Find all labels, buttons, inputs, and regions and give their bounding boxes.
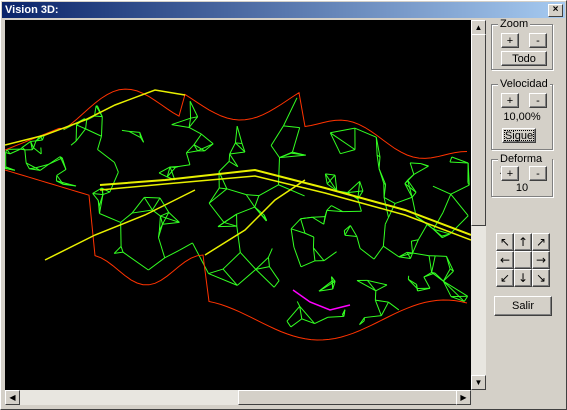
deform-up-button[interactable]: + bbox=[501, 166, 519, 181]
pan-southeast-button[interactable]: ↘ bbox=[532, 269, 550, 287]
pan-east-button[interactable]: → bbox=[532, 251, 550, 269]
terrain-ridge-line bbox=[5, 89, 186, 146]
zoom-label: Zoom bbox=[498, 18, 531, 30]
vertical-scroll-thumb[interactable] bbox=[471, 34, 486, 226]
zoom-in-button[interactable]: + bbox=[501, 33, 519, 48]
zoom-out-button[interactable]: - bbox=[529, 33, 547, 48]
mesh-edges bbox=[5, 97, 470, 328]
scroll-left-button[interactable]: ◀ bbox=[5, 390, 20, 405]
deform-down-button[interactable]: - bbox=[529, 166, 547, 181]
terrain-ridge-line bbox=[99, 175, 471, 241]
deform-z-value: 10 bbox=[515, 182, 529, 194]
vertical-scrollbar[interactable]: ▲ ▼ bbox=[471, 20, 486, 390]
title-bar[interactable]: Vision 3D: × bbox=[2, 2, 565, 18]
pan-center-button[interactable] bbox=[514, 251, 532, 269]
scroll-down-button[interactable]: ▼ bbox=[471, 375, 486, 390]
horizontal-scroll-thumb[interactable] bbox=[238, 390, 458, 405]
pan-north-button[interactable]: ↑ bbox=[514, 233, 532, 251]
speed-down-button[interactable]: - bbox=[529, 93, 547, 108]
close-button[interactable]: × bbox=[548, 4, 563, 17]
follow-button[interactable]: Sigue bbox=[502, 128, 536, 143]
speed-label: Velocidad bbox=[498, 78, 550, 90]
direction-pad: ↖ ↑ ↗ ← → ↙ ↓ ↘ bbox=[496, 233, 550, 287]
window-title: Vision 3D: bbox=[5, 4, 59, 16]
zoom-all-button[interactable]: Todo bbox=[501, 51, 547, 66]
terrain-bottom-boundary bbox=[5, 169, 468, 341]
selected-edge-highlight bbox=[292, 289, 351, 311]
scroll-corner bbox=[471, 390, 486, 405]
exit-button[interactable]: Salir bbox=[494, 296, 552, 316]
pan-south-button[interactable]: ↓ bbox=[514, 269, 532, 287]
terrain-ridge-line bbox=[44, 189, 196, 261]
horizontal-scrollbar[interactable]: ◀ ▶ bbox=[5, 390, 471, 405]
terrain-wireframe bbox=[5, 88, 471, 341]
speed-value: 10,00% bbox=[503, 111, 541, 123]
pan-northwest-button[interactable]: ↖ bbox=[496, 233, 514, 251]
pan-northeast-button[interactable]: ↗ bbox=[532, 233, 550, 251]
pan-west-button[interactable]: ← bbox=[496, 251, 514, 269]
pan-southwest-button[interactable]: ↙ bbox=[496, 269, 514, 287]
scroll-right-button[interactable]: ▶ bbox=[456, 390, 471, 405]
speed-up-button[interactable]: + bbox=[501, 93, 519, 108]
scroll-up-button[interactable]: ▲ bbox=[471, 20, 486, 35]
terrain-ridge-line bbox=[99, 168, 471, 236]
3d-viewport[interactable] bbox=[5, 20, 471, 390]
